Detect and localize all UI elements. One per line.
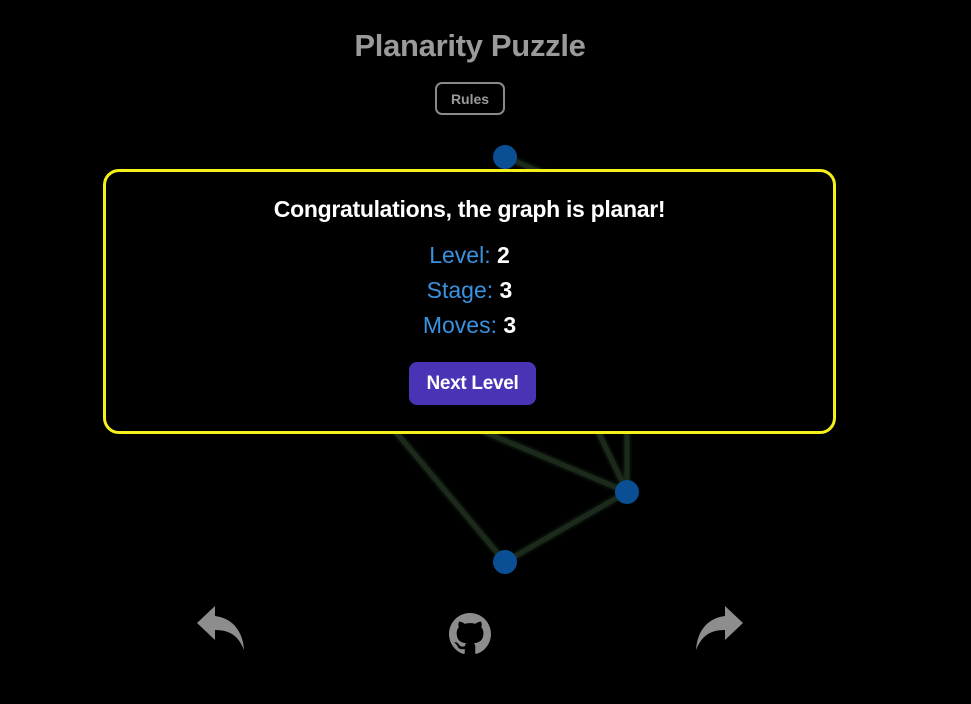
- stage-label: Stage:: [426, 277, 494, 303]
- stage-value: 3: [499, 277, 513, 303]
- graph-edge: [503, 489, 629, 565]
- stage-stat: Stage: 3: [106, 277, 833, 304]
- next-level-button[interactable]: Next Level: [409, 362, 536, 405]
- level-label: Level:: [429, 242, 491, 268]
- graph-edge: [479, 427, 628, 495]
- success-message: Congratulations, the graph is planar!: [273, 196, 666, 222]
- graph-node: [615, 480, 639, 504]
- graph-node: [493, 145, 517, 169]
- moves-value: 3: [503, 312, 517, 338]
- moves-stat: Moves: 3: [106, 312, 833, 339]
- moves-label: Moves:: [422, 312, 497, 338]
- success-dialog: Congratulations, the graph is planar! Le…: [103, 169, 836, 434]
- github-icon[interactable]: [449, 613, 491, 655]
- level-value: 2: [496, 242, 510, 268]
- redo-arrow-icon[interactable]: [693, 604, 745, 654]
- graph-node: [493, 550, 517, 574]
- level-stat: Level: 2: [106, 242, 833, 269]
- graph-edge: [388, 423, 507, 564]
- undo-arrow-icon[interactable]: [195, 604, 247, 654]
